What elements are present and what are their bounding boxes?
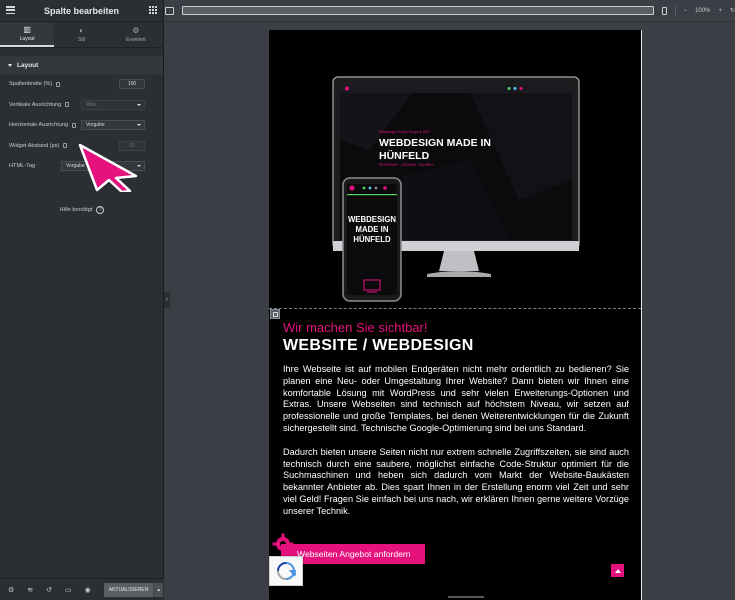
laptop-kicker: Webdesign Online Shops & SEO (379, 130, 430, 134)
panel-tabs: ▥ Layout ◐ Stil ⚙ Erweitert (0, 22, 163, 48)
select-value: Vorgabe (86, 122, 105, 129)
select-value: Mitte (86, 101, 97, 108)
question-icon: ? (96, 206, 105, 214)
desktop-responsive-icon[interactable] (72, 122, 77, 128)
text-column: Wir machen Sie sichtbar! WEBSITE / WEBDE… (283, 320, 629, 518)
canvas-edge (641, 30, 642, 600)
vertical-align-control: Vertikale Ausrichtung Mitte (9, 95, 154, 116)
arrow-up-icon (614, 568, 621, 573)
page-heading: WEBSITE / WEBDESIGN (283, 337, 474, 354)
help-link[interactable]: Hilfe benötigt ? (0, 206, 164, 214)
control-label: Widget Abstand (px) (9, 142, 60, 149)
section-layout-header[interactable]: Layout (0, 56, 163, 74)
control-label: Vertikale Ausrichtung (9, 101, 62, 108)
vertical-align-select[interactable]: Mitte (81, 99, 145, 110)
laptop-headline-1: WEBDESIGN MADE IN (379, 137, 491, 149)
horizontal-align-control: Horizontale Ausrichtung Vorgabe (9, 115, 154, 136)
column-width-control: Spaltenbreite (%) 100 (9, 74, 154, 95)
control-label: HTML-Tag (9, 163, 36, 170)
layers-icon[interactable]: ≋ (27, 586, 33, 594)
recaptcha-icon (277, 562, 296, 580)
reset-zoom-icon[interactable]: ↻ (730, 7, 735, 14)
caret-down-icon (8, 63, 12, 67)
responsive-mode-icon[interactable]: ▭ (65, 586, 72, 594)
mobile-icon[interactable] (661, 6, 667, 15)
tab-label: Stil (78, 36, 85, 43)
settings-icon[interactable]: ⚙ (8, 586, 14, 594)
panel-header: Spalte bearbeiten (0, 0, 163, 22)
toolbar-divider (674, 5, 676, 16)
phone-headline-2: MADE IN (356, 225, 389, 234)
recaptcha-badge[interactable] (269, 556, 303, 586)
desktop-responsive-icon[interactable] (65, 102, 70, 108)
desktop-icon[interactable] (165, 6, 174, 15)
preview-eye-icon[interactable]: ◉ (85, 586, 91, 594)
scroll-to-top-button[interactable] (611, 564, 624, 577)
update-button[interactable]: AKTUALISIEREN ▴ (103, 582, 164, 597)
caret-up-icon[interactable]: ▴ (153, 582, 164, 597)
laptop-headline-2: HÜNFELD (379, 149, 430, 162)
layout-icon: ▥ (23, 24, 31, 34)
zoom-out-icon[interactable]: − (684, 8, 688, 14)
widgets-grid-icon[interactable] (149, 6, 157, 14)
chevron-down-icon (137, 124, 141, 127)
tab-layout[interactable]: ▥ Layout (0, 22, 55, 47)
column-width-input[interactable]: 100 (119, 79, 145, 90)
desktop-responsive-icon[interactable] (63, 143, 68, 149)
column-selection-border (269, 308, 641, 309)
update-label: AKTUALISIEREN (103, 582, 154, 597)
zoom-in-icon[interactable]: + (718, 8, 722, 14)
help-label: Hilfe benötigt (59, 207, 93, 213)
subheading: Wir machen Sie sichtbar! (283, 320, 428, 335)
section-title: Layout (17, 61, 39, 69)
device-mockup-image: Webdesign Online Shops & SEO WEBDESIGN M… (332, 76, 580, 302)
horizontal-align-select[interactable]: Vorgabe (81, 120, 145, 131)
chevron-down-icon (137, 103, 141, 106)
style-icon: ◐ (79, 25, 84, 35)
editor-app: Spalte bearbeiten ▥ Layout ◐ Stil ⚙ Erwe… (0, 0, 735, 600)
column-edit-handle[interactable] (270, 309, 280, 319)
canvas-toolbar: − 100% + ↻ (165, 0, 735, 22)
control-label: Spaltenbreite (%) (9, 81, 53, 88)
phone-headline-3: HÜNFELD (353, 235, 391, 244)
intro-paragraph: Ihre Webseite ist auf mobilen Endgeräten… (283, 364, 629, 433)
panel-title: Spalte bearbeiten (43, 5, 120, 16)
tab-advanced[interactable]: ⚙ Erweitert (109, 22, 163, 47)
panel-collapse-handle[interactable]: ‹ (164, 292, 170, 308)
tablet-icon[interactable] (182, 6, 654, 15)
canvas-scroll-indicator[interactable] (448, 596, 484, 598)
control-label: Horizontale Ausrichtung (9, 122, 69, 129)
tab-label: Layout (19, 35, 35, 42)
desktop-responsive-icon[interactable] (56, 81, 61, 87)
history-icon[interactable]: ↺ (46, 586, 52, 594)
laptop-subline: RESPONSIV · MODERN · SCHNELL (379, 163, 434, 167)
editor-panel: Spalte bearbeiten ▥ Layout ◐ Stil ⚙ Erwe… (0, 0, 164, 600)
menu-icon[interactable] (6, 6, 15, 14)
body-paragraph: Dadurch bieten unsere Seiten nicht nur e… (283, 446, 629, 516)
panel-footer: ⚙ ≋ ↺ ▭ ◉ AKTUALISIEREN ▴ (0, 578, 164, 600)
zoom-level: 100% (695, 7, 711, 14)
tab-style[interactable]: ◐ Stil (54, 22, 108, 47)
phone-headline-1: WEBDESIGN (348, 215, 396, 224)
gear-icon: ⚙ (132, 25, 140, 35)
tab-label: Erweitert (125, 36, 146, 43)
pointer-cursor-icon (78, 143, 138, 192)
